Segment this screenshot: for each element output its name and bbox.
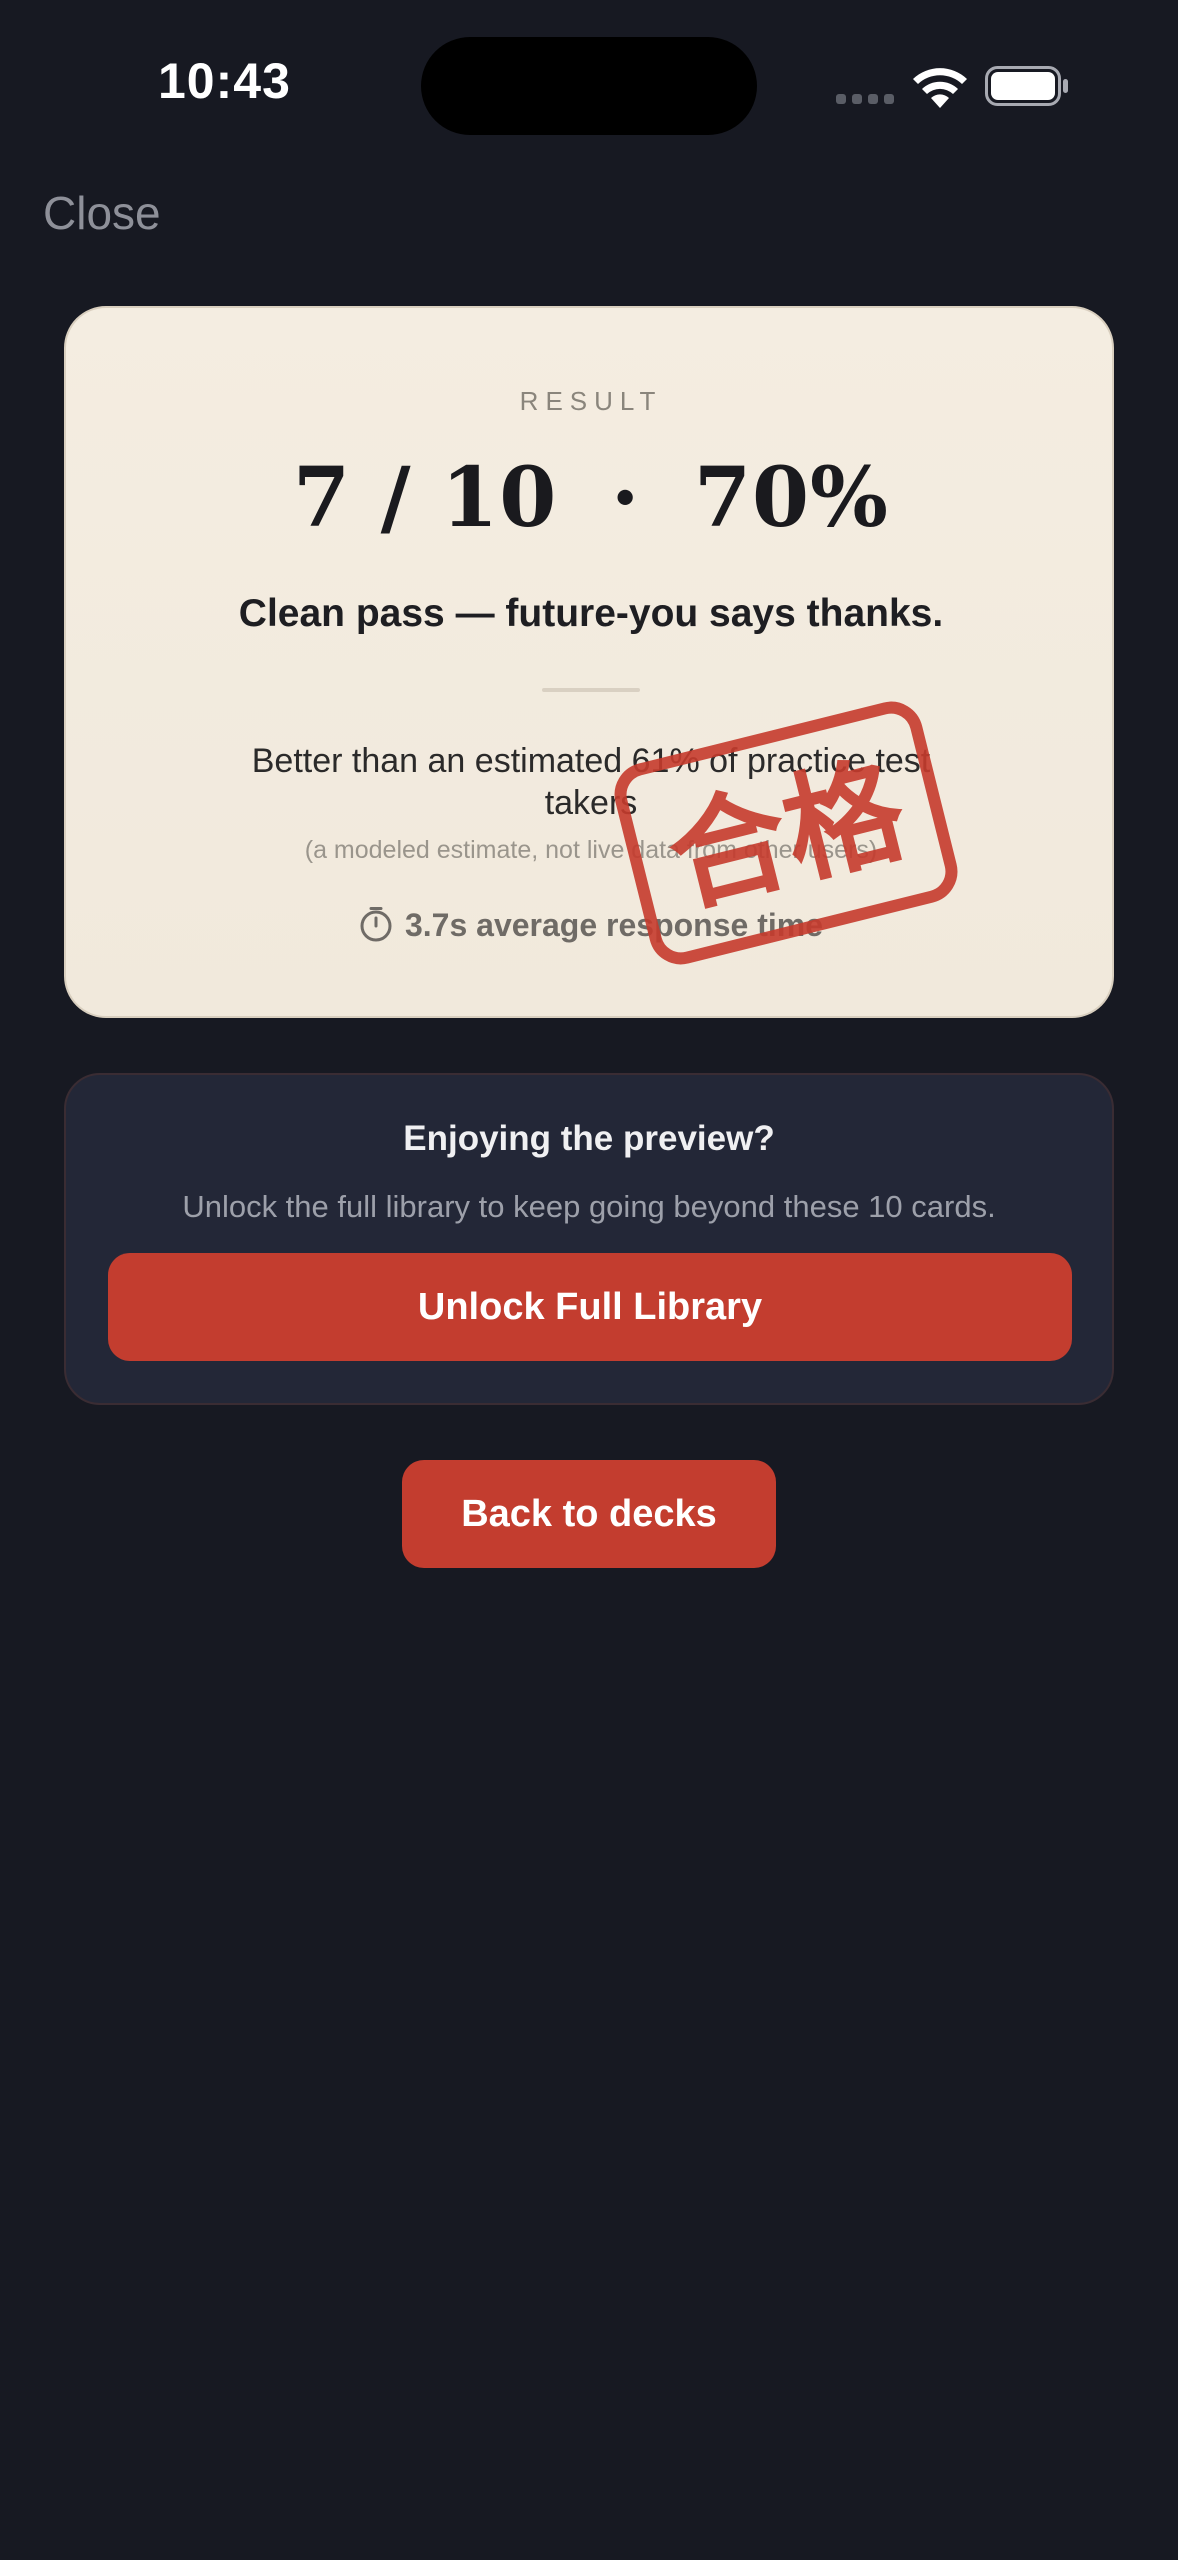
result-card: RESULT 7 / 10 · 70% Clean pass — future-… <box>64 306 1114 1018</box>
dynamic-island <box>421 37 757 135</box>
preview-subtitle: Unlock the full library to keep going be… <box>182 1189 996 1224</box>
score-value: 7 / 10 <box>293 450 558 546</box>
unlock-full-library-button[interactable]: Unlock Full Library <box>108 1253 1072 1361</box>
score-summary: 7 / 10 · 70% <box>66 450 1112 546</box>
response-time: 3.7s average response time <box>66 906 1112 944</box>
percentile-note: (a modeled estimate, not live data from … <box>304 836 878 864</box>
response-time-label: 3.7s average response time <box>404 907 823 943</box>
percentile-text: Better than an estimated 61% of practice… <box>251 742 931 822</box>
divider <box>542 688 640 692</box>
cellular-signal-icon <box>836 94 896 104</box>
score-separator: · <box>610 450 641 546</box>
verdict-text: Clean pass — future-you says thanks. <box>238 592 944 635</box>
close-button[interactable]: Close <box>43 186 161 240</box>
preview-title: Enjoying the preview? <box>403 1119 775 1158</box>
preview-panel: Enjoying the preview? Unlock the full li… <box>64 1073 1114 1405</box>
wifi-icon <box>913 68 967 108</box>
results-screen: 10:43 Close RESULT 7 / 10 · 70% Clean pa… <box>0 0 1178 2560</box>
score-percent: 70% <box>693 450 889 546</box>
status-time: 10:43 <box>158 53 291 109</box>
result-label: RESULT <box>519 386 663 416</box>
stopwatch-icon <box>360 907 392 942</box>
battery-icon <box>985 66 1068 106</box>
back-to-decks-button[interactable]: Back to decks <box>402 1460 776 1568</box>
